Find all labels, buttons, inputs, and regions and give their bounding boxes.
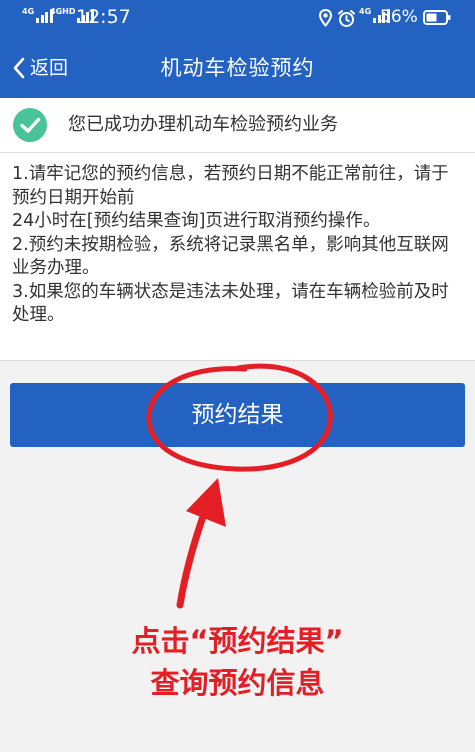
notice-item-3: 3.如果您的车辆状态是违法未处理，请在车辆检验前及时处理。 — [12, 281, 449, 326]
pointer-arrow-head — [186, 478, 226, 527]
network-type-label: 4G — [22, 7, 35, 16]
network-type-label: 4GHD — [50, 7, 76, 16]
app-header: 4G 4GHD 12:57 4G 56% 返回 机动车检验预约 — [0, 0, 475, 98]
check-circle-icon — [13, 108, 47, 142]
battery-percent: 56% — [380, 7, 418, 27]
pointer-arrow-shaft — [176, 504, 210, 609]
alarm-icon — [338, 10, 355, 27]
status-time: 12:57 — [76, 6, 131, 28]
back-button[interactable]: 返回 — [12, 54, 68, 82]
success-banner: 您已成功办理机动车检验预约业务 — [0, 98, 475, 153]
network-type-label: 4G — [359, 7, 372, 16]
success-message: 您已成功办理机动车检验预约业务 — [68, 114, 338, 135]
annotation-caption-line-2: 查询预约信息 — [150, 666, 325, 700]
battery-icon — [423, 10, 451, 25]
location-icon — [319, 9, 332, 27]
notice-item-1-cont: 24小时在[预约结果查询]页进行取消预约操作。 — [12, 211, 381, 231]
notice-item-2: 2.预约未按期检验，系统将记录黑名单，影响其他互联网业务办理。 — [12, 234, 449, 279]
annotation-caption-line-1: 点击“预约结果” — [131, 624, 344, 658]
chevron-left-icon — [13, 57, 25, 79]
page-title: 机动车检验预约 — [160, 56, 315, 80]
status-bar: 4G 4GHD 12:57 4G 56% — [0, 0, 475, 40]
notice-panel: 1.请牢记您的预约信息，若预约日期不能正常前往，请于预约日期开始前 24小时在[… — [0, 153, 475, 361]
nav-bar: 返回 机动车检验预约 — [0, 40, 475, 98]
reservation-result-button[interactable]: 预约结果 — [10, 383, 465, 447]
notice-item-1: 1.请牢记您的预约信息，若预约日期不能正常前往，请于预约日期开始前 — [12, 164, 449, 208]
back-label: 返回 — [30, 57, 69, 79]
